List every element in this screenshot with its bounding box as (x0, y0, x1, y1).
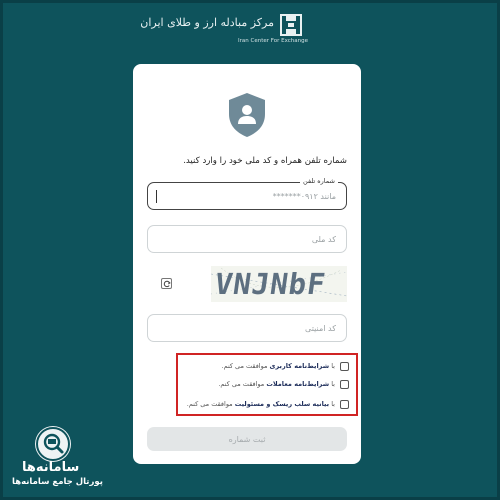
text-cursor (156, 190, 157, 203)
shield-user-icon (229, 93, 265, 137)
submit-button[interactable]: ثبت شماره (147, 427, 347, 451)
captcha-refresh-button[interactable] (161, 278, 172, 289)
form-instruction: شماره تلفن همراه و کد ملی خود را وارد کن… (183, 156, 347, 166)
magnifier-monitor-icon (36, 427, 70, 461)
brand-name-fa: مرکز مبادله ارز و طلای ایران (140, 16, 274, 29)
watermark-subtitle: پورتال جامع سامانه‌ها (12, 477, 103, 487)
phone-field[interactable]: شماره تلفن (147, 177, 347, 210)
captcha-code-input[interactable] (148, 315, 346, 341)
captcha-row: VNJNbF (147, 265, 347, 302)
captcha-text: VNJNbF (212, 267, 329, 301)
brand-header: مرکز مبادله ارز و طلای ایران Iran Center… (140, 12, 310, 46)
refresh-icon (163, 280, 171, 287)
captcha-code-field[interactable] (147, 314, 347, 342)
watermark-title: سامانه‌ها (22, 460, 80, 475)
phone-input[interactable] (148, 183, 346, 209)
watermark: سامانه‌ها پورتال جامع سامانه‌ها (4, 425, 103, 495)
logo-mark-icon (280, 14, 302, 36)
national-code-input[interactable] (148, 226, 346, 252)
brand-name-en: Iran Center For Exchange (238, 38, 308, 44)
consent-highlight-box (176, 353, 358, 416)
phone-field-label: شماره تلفن (300, 177, 338, 185)
captcha-image: VNJNbF (211, 266, 347, 302)
national-code-field[interactable] (147, 225, 347, 253)
